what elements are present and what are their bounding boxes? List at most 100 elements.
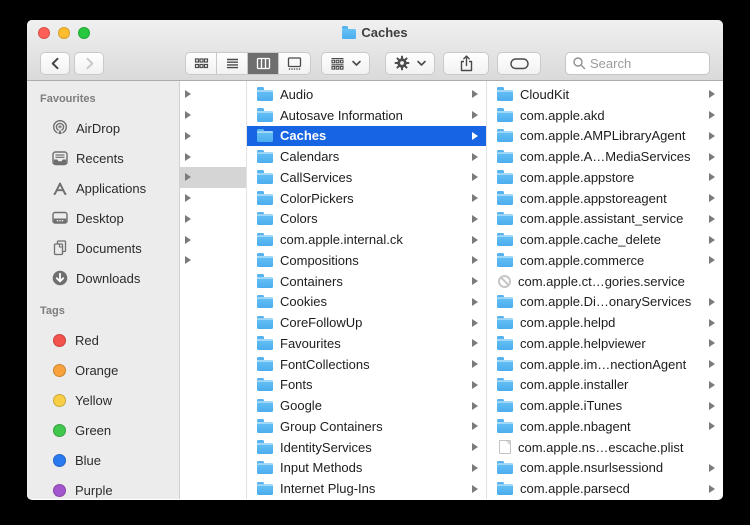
forward-button[interactable] xyxy=(74,51,104,75)
caches-item-row[interactable]: com.apple.ct…gories.service xyxy=(487,271,723,292)
library-item-row[interactable]: Fonts xyxy=(247,375,486,396)
library-item-row[interactable]: Google xyxy=(247,395,486,416)
search-field[interactable] xyxy=(565,51,710,75)
gallery-view-button[interactable] xyxy=(279,53,310,74)
sidebar-item-recents[interactable]: Recents xyxy=(27,143,179,173)
caches-item-row[interactable]: com.apple.installer xyxy=(487,375,723,396)
sidebar: Favourites AirDrop Recents Applications … xyxy=(27,81,180,499)
disclosure-chevron-icon xyxy=(472,111,478,120)
share-button[interactable] xyxy=(443,51,489,75)
library-item-row[interactable]: Group Containers xyxy=(247,416,486,437)
parent-item-row[interactable] xyxy=(180,188,246,209)
library-item-row[interactable]: Internet Plug-Ins xyxy=(247,478,486,499)
caches-item-row[interactable]: com.apple.cache_delete xyxy=(487,229,723,250)
folder-icon xyxy=(257,377,273,392)
disclosure-chevron-icon xyxy=(185,111,191,120)
parent-item-row[interactable] xyxy=(180,209,246,230)
sidebar-item-downloads[interactable]: Downloads xyxy=(27,263,179,293)
item-label: Fonts xyxy=(280,377,313,393)
file-icon xyxy=(499,440,511,455)
caches-item-row[interactable]: com.apple.helpd xyxy=(487,312,723,333)
column-view-button[interactable] xyxy=(248,52,279,74)
disclosure-chevron-icon xyxy=(472,173,478,182)
library-item-row[interactable]: FontCollections xyxy=(247,354,486,375)
group-button[interactable] xyxy=(321,51,370,75)
caches-item-row[interactable]: com.apple.helpviewer xyxy=(487,333,723,354)
disclosure-chevron-icon xyxy=(709,297,715,306)
caches-item-row[interactable]: CloudKit xyxy=(487,84,723,105)
sidebar-item-documents[interactable]: Documents xyxy=(27,233,179,263)
caches-item-row[interactable]: com.apple.akd xyxy=(487,105,723,126)
folder-icon xyxy=(497,211,513,226)
disclosure-chevron-icon xyxy=(709,173,715,182)
caches-item-row[interactable]: com.apple.commerce xyxy=(487,250,723,271)
sidebar-tag-blue[interactable]: Blue xyxy=(27,445,179,475)
sidebar-item-desktop[interactable]: Desktop xyxy=(27,203,179,233)
sidebar-tag-red[interactable]: Red xyxy=(27,325,179,355)
search-input[interactable] xyxy=(590,55,703,71)
caches-item-row[interactable]: com.apple.nsurlsessiond xyxy=(487,458,723,479)
library-item-row[interactable]: Calendars xyxy=(247,146,486,167)
caches-item-row[interactable]: com.apple.iTunes xyxy=(487,395,723,416)
sidebar-tag-green[interactable]: Green xyxy=(27,415,179,445)
folder-icon xyxy=(497,128,513,143)
sidebar-tag-purple[interactable]: Purple xyxy=(27,475,179,499)
tag-label: Yellow xyxy=(75,392,113,408)
action-button[interactable] xyxy=(385,51,435,75)
parent-item-row[interactable] xyxy=(180,84,246,105)
parent-item-row[interactable] xyxy=(180,229,246,250)
parent-item-row[interactable] xyxy=(180,146,246,167)
disclosure-chevron-icon xyxy=(472,443,478,452)
back-button[interactable] xyxy=(40,51,70,75)
sidebar-item-applications[interactable]: Applications xyxy=(27,173,179,203)
sidebar-tag-orange[interactable]: Orange xyxy=(27,355,179,385)
parent-item-row[interactable] xyxy=(180,250,246,271)
caches-item-row[interactable]: com.apple.im…nectionAgent xyxy=(487,354,723,375)
library-item-row[interactable]: CallServices xyxy=(247,167,486,188)
tag-button[interactable] xyxy=(497,51,541,75)
sidebar-tag-yellow[interactable]: Yellow xyxy=(27,385,179,415)
item-label: com.apple.appstoreagent xyxy=(520,190,667,206)
item-label: com.apple.cache_delete xyxy=(520,232,661,248)
library-item-row[interactable]: ColorPickers xyxy=(247,188,486,209)
caches-item-row[interactable]: com.apple.AMPLibraryAgent xyxy=(487,126,723,147)
library-item-row[interactable]: Cookies xyxy=(247,292,486,313)
disclosure-chevron-icon xyxy=(709,256,715,265)
parent-item-row[interactable] xyxy=(180,105,246,126)
caches-item-row[interactable]: com.apple.assistant_service xyxy=(487,209,723,230)
library-item-row[interactable]: Colors xyxy=(247,209,486,230)
item-label: com.apple.akd xyxy=(520,107,605,123)
folder-icon xyxy=(497,398,513,413)
tag-color-icon xyxy=(53,363,66,377)
library-item-row[interactable]: Input Methods xyxy=(247,458,486,479)
library-item-row[interactable]: Containers xyxy=(247,271,486,292)
library-item-row[interactable]: IdentityServices xyxy=(247,437,486,458)
icon-view-button[interactable] xyxy=(186,52,217,74)
parent-item-row[interactable] xyxy=(180,167,246,188)
item-label: com.apple.AMPLibraryAgent xyxy=(520,128,686,144)
library-item-row[interactable]: Compositions xyxy=(247,250,486,271)
sidebar-item-airdrop[interactable]: AirDrop xyxy=(27,113,179,143)
caches-item-row[interactable]: com.apple.nbagent xyxy=(487,416,723,437)
library-item-row[interactable]: com.apple.internal.ck xyxy=(247,229,486,250)
folder-icon xyxy=(342,26,357,39)
parent-item-row[interactable] xyxy=(180,126,246,147)
item-label: Cookies xyxy=(280,294,327,310)
disclosure-chevron-icon xyxy=(709,422,715,431)
caches-item-row[interactable]: com.apple.appstoreagent xyxy=(487,188,723,209)
caches-item-row[interactable]: com.apple.ns…escache.plist xyxy=(487,437,723,458)
caches-item-row[interactable]: com.apple.A…MediaServices xyxy=(487,146,723,167)
library-item-row[interactable]: CoreFollowUp xyxy=(247,312,486,333)
library-item-row[interactable]: Favourites xyxy=(247,333,486,354)
caches-item-row[interactable]: com.apple.appstore xyxy=(487,167,723,188)
sidebar-item-label: AirDrop xyxy=(76,120,121,136)
caches-item-row[interactable]: com.apple.Di…onaryServices xyxy=(487,292,723,313)
library-item-row[interactable]: Caches xyxy=(247,125,486,147)
folder-icon xyxy=(257,460,273,475)
folder-icon xyxy=(497,294,513,309)
library-item-row[interactable]: Autosave Information xyxy=(247,105,486,126)
list-view-button[interactable] xyxy=(217,52,248,74)
titlebar[interactable]: Caches xyxy=(27,20,723,45)
caches-item-row[interactable]: com.apple.parsecd xyxy=(487,478,723,499)
library-item-row[interactable]: Audio xyxy=(247,84,486,105)
